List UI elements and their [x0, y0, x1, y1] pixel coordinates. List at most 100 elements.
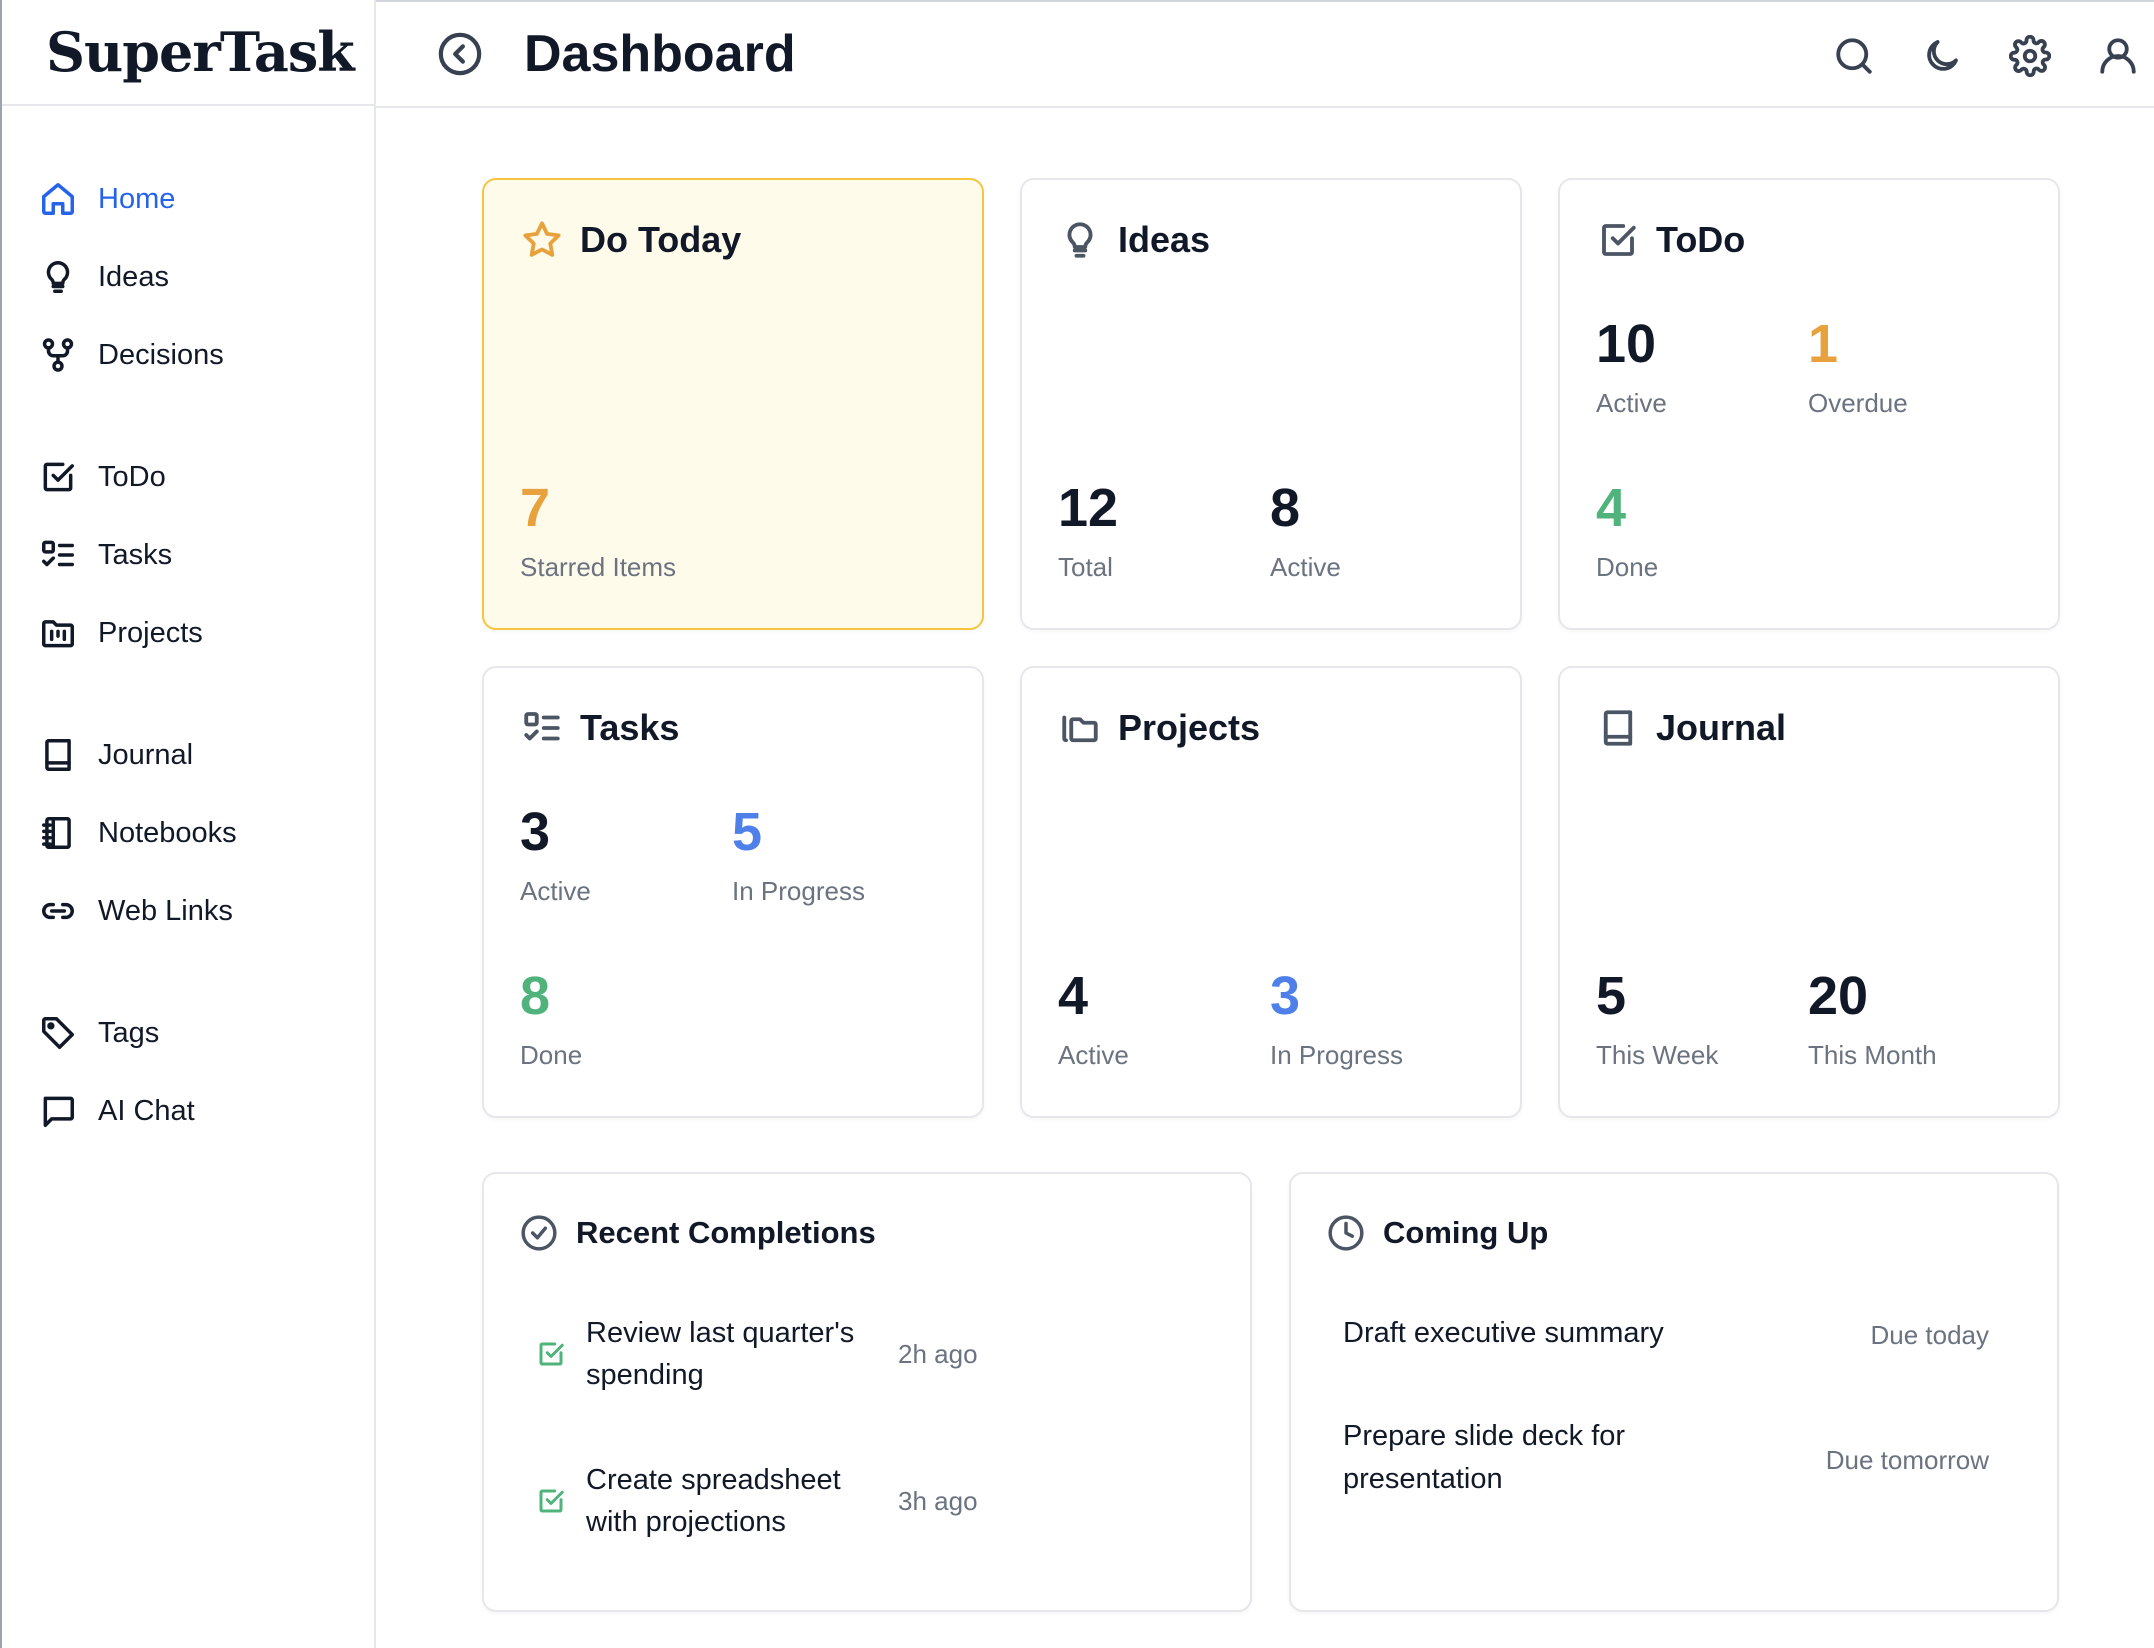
sidebar-item-tasks[interactable]: Tasks: [2, 516, 374, 594]
sidebar-item-label: AI Chat: [98, 1094, 195, 1127]
stat-label: Active: [1270, 552, 1341, 582]
collapse-sidebar-button[interactable]: [436, 30, 484, 78]
item-text: Review last quarter's spending: [586, 1317, 855, 1391]
panel-header: Recent Completions: [520, 1214, 876, 1252]
sidebar-item-label: Notebooks: [98, 816, 237, 849]
stat-total: 12 Total: [1058, 478, 1118, 583]
stat-done: 4 Done: [1596, 478, 1658, 583]
stat-value: 10: [1596, 314, 1657, 374]
ideas-card[interactable]: Ideas 12 Total 8 Active: [1020, 178, 1522, 630]
card-title: Journal: [1656, 707, 1787, 748]
card-header: Tasks: [520, 706, 679, 750]
project-folder-icon: [38, 613, 78, 653]
checked-box-icon: [536, 1486, 566, 1516]
page-title: Dashboard: [524, 25, 796, 83]
user-profile-button[interactable]: [2094, 32, 2142, 80]
stat-active: 4 Active: [1058, 966, 1129, 1071]
stat-value: 5: [732, 802, 763, 862]
sidebar-item-label: Decisions: [98, 338, 224, 371]
home-icon: [38, 179, 78, 219]
sidebar-item-web-links[interactable]: Web Links: [2, 872, 374, 950]
search-button[interactable]: [1830, 32, 1878, 80]
stat-value: 8: [1270, 478, 1301, 538]
stat-label: Overdue: [1808, 388, 1908, 418]
checkbox-icon: [38, 457, 78, 497]
panel-title: Coming Up: [1383, 1215, 1549, 1250]
do-today-card[interactable]: Do Today 7 Starred Items: [482, 178, 984, 630]
item-text: Create spreadsheet with projections: [586, 1464, 841, 1538]
brand-logo[interactable]: SuperTask: [2, 0, 374, 106]
stat-label: Done: [520, 1040, 583, 1070]
lightbulb-icon: [38, 257, 78, 297]
stat-this-month: 20 This Month: [1808, 966, 1937, 1071]
sidebar-nav: Home Ideas Decisions ToDo Tasks Projects…: [2, 106, 374, 1150]
link-icon: [38, 891, 78, 931]
sidebar-item-label: Home: [98, 182, 176, 215]
panel-header: Coming Up: [1327, 1214, 1548, 1252]
stat-label: Active: [1596, 388, 1667, 418]
stat-value: 8: [520, 966, 551, 1026]
journal-card[interactable]: Journal 5 This Week 20 This Month: [1558, 666, 2060, 1118]
stat-value: 1: [1808, 314, 1839, 374]
card-header: ToDo: [1596, 218, 1745, 262]
branch-icon: [38, 335, 78, 375]
nav-group-primary: Home Ideas Decisions: [2, 160, 374, 394]
checkbox-icon: [1596, 218, 1640, 262]
folders-icon: [1058, 706, 1102, 750]
settings-button[interactable]: [2006, 32, 2054, 80]
stat-value: 20: [1808, 966, 1869, 1026]
top-bar: Dashboard: [376, 0, 2154, 108]
sidebar-item-ideas[interactable]: Ideas: [2, 238, 374, 316]
theme-toggle-button[interactable]: [1918, 32, 1966, 80]
sidebar-item-label: Projects: [98, 616, 203, 649]
stat-label: Active: [1058, 1040, 1129, 1070]
stat-label: Total: [1058, 552, 1113, 582]
card-title: Ideas: [1118, 219, 1211, 260]
book-icon: [1596, 706, 1640, 750]
sidebar-item-label: Journal: [98, 738, 194, 771]
projects-card[interactable]: Projects 4 Active 3 In Progress: [1020, 666, 1522, 1118]
item-due: Due today: [1870, 1320, 1989, 1350]
sidebar-item-projects[interactable]: Projects: [2, 594, 374, 672]
clock-icon: [1328, 1215, 1364, 1251]
panel-title: Recent Completions: [576, 1215, 876, 1250]
stat-label: In Progress: [732, 876, 865, 906]
stat-active: 3 Active: [520, 802, 591, 907]
top-actions: [1790, 2, 2154, 110]
tag-icon: [38, 1013, 78, 1053]
sidebar-item-label: Tags: [98, 1016, 160, 1049]
sidebar-item-notebooks[interactable]: Notebooks: [2, 794, 374, 872]
card-title: Do Today: [580, 219, 742, 260]
book-icon: [38, 735, 78, 775]
stat-in-progress: 3 In Progress: [1270, 966, 1403, 1071]
nav-group-misc: Tags AI Chat: [2, 994, 374, 1150]
sidebar-item-journal[interactable]: Journal: [2, 716, 374, 794]
sidebar-item-decisions[interactable]: Decisions: [2, 316, 374, 394]
coming-up-panel: Coming Up Draft executive summary Due to…: [1289, 1172, 2059, 1612]
sidebar-item-label: Web Links: [98, 894, 233, 927]
card-title: Tasks: [580, 707, 680, 748]
item-text: Draft executive summary: [1343, 1317, 1664, 1349]
chevron-left-circle-icon: [438, 32, 482, 76]
sidebar: SuperTask Home Ideas Decisions ToDo Task…: [0, 0, 376, 1648]
todo-card[interactable]: ToDo 10 Active 1 Overdue 4 Done: [1558, 178, 2060, 630]
list-item[interactable]: Create spreadsheet with projections 3h a…: [536, 1459, 978, 1543]
sidebar-item-ai-chat[interactable]: AI Chat: [2, 1072, 374, 1150]
sidebar-item-home[interactable]: Home: [2, 160, 374, 238]
gear-icon: [2009, 35, 2051, 77]
stat-label: This Week: [1596, 1040, 1719, 1070]
stat-overdue: 1 Overdue: [1808, 314, 1908, 419]
list-item[interactable]: Review last quarter's spending 2h ago: [536, 1312, 978, 1396]
nav-group-tasks: ToDo Tasks Projects: [2, 438, 374, 672]
nav-group-notes: Journal Notebooks Web Links: [2, 716, 374, 950]
stat-active: 8 Active: [1270, 478, 1341, 583]
check-circle-icon: [521, 1215, 557, 1251]
card-header: Do Today: [520, 218, 741, 262]
tasks-card[interactable]: Tasks 3 Active 5 In Progress 8 Done: [482, 666, 984, 1118]
checked-box-icon: [536, 1339, 566, 1369]
card-header: Projects: [1058, 706, 1260, 750]
stat-label: Starred Items: [520, 552, 677, 582]
sidebar-item-tags[interactable]: Tags: [2, 994, 374, 1072]
sidebar-item-todo[interactable]: ToDo: [2, 438, 374, 516]
moon-icon: [1927, 40, 1958, 71]
